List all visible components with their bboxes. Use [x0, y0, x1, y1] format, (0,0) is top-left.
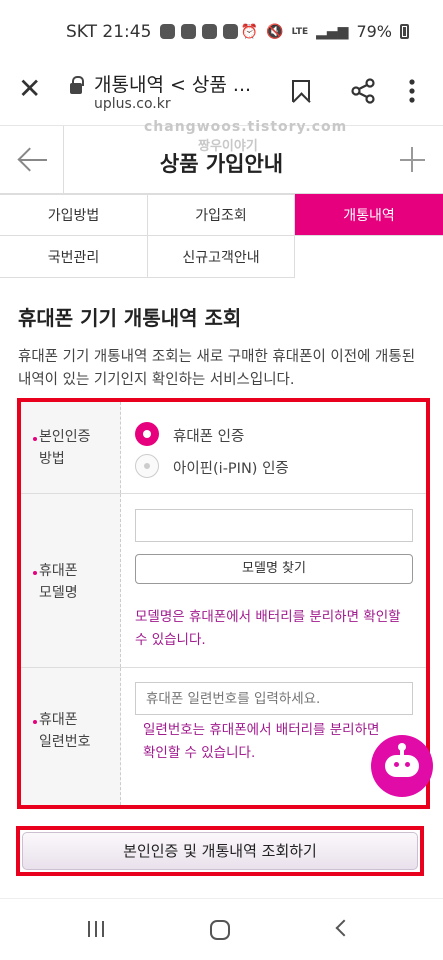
label-line: 휴대폰: [39, 563, 78, 579]
message-notification-icon: [202, 24, 217, 39]
address-url[interactable]: uplus.co.kr: [94, 96, 171, 112]
radio-phone-auth[interactable]: [135, 422, 159, 446]
talk-notification-icon: [181, 24, 196, 39]
system-nav-bar: [0, 898, 443, 960]
header-title: 상품 가입안내: [159, 152, 284, 176]
tab-number-management[interactable]: 국번관리: [0, 236, 148, 278]
battery-percent: 79%: [356, 22, 392, 41]
lte-signal-icon: LTE: [291, 26, 309, 37]
alarm-icon: ⏰: [240, 23, 259, 40]
model-label: 휴대폰 모델명: [21, 494, 121, 667]
section-heading: 휴대폰 기기 개통내역 조회: [18, 306, 242, 330]
recent-apps-icon[interactable]: [88, 921, 106, 939]
tab-new-customer-guide[interactable]: 신규고객안내: [148, 236, 295, 278]
serial-row: 휴대폰 일련번호 일련번호는 휴대폰에서 배터리를 분리하면 확인할 수 있습니…: [21, 668, 426, 805]
label-line: 휴대폰: [39, 712, 78, 728]
auth-method-row: 본인인증 방법 휴대폰 인증 아이핀(i-PIN) 인증: [21, 402, 426, 494]
chatbot-antenna-icon: [398, 743, 406, 755]
bullet-icon: [33, 437, 37, 441]
chatbot-face-icon: [385, 755, 419, 777]
auth-method-label: 본인인증 방법: [21, 402, 121, 493]
label-line: 본인인증: [39, 429, 91, 445]
submit-highlight: 본인인증 및 개통내역 조회하기: [16, 826, 424, 876]
label-line: 방법: [39, 451, 65, 467]
back-icon[interactable]: [335, 919, 353, 937]
tab-signup-inquiry[interactable]: 가입조회: [148, 194, 295, 236]
find-model-button[interactable]: 모델명 찾기: [135, 554, 413, 584]
radio-ipin-auth[interactable]: [135, 454, 159, 478]
bullet-icon: [33, 720, 37, 724]
bullet-icon: [33, 571, 37, 575]
share-icon[interactable]: [350, 78, 376, 104]
home-icon[interactable]: [210, 920, 230, 940]
inquiry-form: 본인인증 방법 휴대폰 인증 아이핀(i-PIN) 인증 휴대폰 모델명 모델명…: [17, 398, 430, 809]
page-title: 개통내역 < 상품 ...: [94, 74, 252, 96]
radio-ipin-auth-label[interactable]: 아이핀(i-PIN) 인증: [173, 457, 289, 478]
browser-toolbar: ✕ 개통내역 < 상품 ... uplus.co.kr: [0, 60, 443, 126]
model-note: 모델명은 휴대폰에서 배터리를 분리하면 확인할 수 있습니다.: [135, 609, 401, 648]
label-line: 일련번호: [39, 734, 91, 750]
serial-note: 일련번호는 휴대폰에서 배터리를 분리하면 확인할 수 있습니다.: [143, 722, 380, 761]
chatbot-button[interactable]: [371, 735, 433, 797]
mute-icon: 🔇: [266, 23, 284, 40]
tab-activation-history[interactable]: 개통내역: [295, 194, 443, 236]
tab-signup-method[interactable]: 가입방법: [0, 194, 148, 236]
more-options-icon[interactable]: [408, 78, 416, 104]
serial-label: 휴대폰 일련번호: [21, 668, 121, 805]
model-row: 휴대폰 모델명 모델명 찾기 모델명은 휴대폰에서 배터리를 분리하면 확인할 …: [21, 494, 426, 668]
section-description: 휴대폰 기기 개통내역 조회는 새로 구매한 휴대폰이 이전에 개통된 내역이 …: [18, 349, 416, 388]
plus-icon[interactable]: [379, 126, 443, 194]
chat-notification-icon: [160, 24, 175, 39]
lock-icon: [70, 76, 84, 94]
signal-bars-icon: ▂▄▆: [316, 23, 349, 40]
radio-phone-auth-label[interactable]: 휴대폰 인증: [173, 425, 244, 446]
carrier-time: SKT 21:45: [66, 22, 152, 42]
label-line: 모델명: [39, 585, 78, 601]
model-name-input[interactable]: [135, 509, 413, 542]
image-notification-icon: [223, 24, 238, 39]
page-header: 상품 가입안내: [0, 126, 443, 194]
battery-icon: [400, 24, 409, 39]
tab-bar: 가입방법 가입조회 개통내역 국번관리 신규고객안내: [0, 194, 443, 278]
bookmark-icon[interactable]: [292, 80, 310, 102]
notification-icons: [160, 24, 249, 39]
serial-number-input[interactable]: [135, 682, 413, 715]
close-tab-button[interactable]: ✕: [18, 74, 41, 104]
verify-and-inquire-button[interactable]: 본인인증 및 개통내역 조회하기: [22, 832, 418, 870]
status-bar: SKT 21:45 ⏰ 🔇 LTE ▂▄▆ 79%: [0, 0, 443, 60]
